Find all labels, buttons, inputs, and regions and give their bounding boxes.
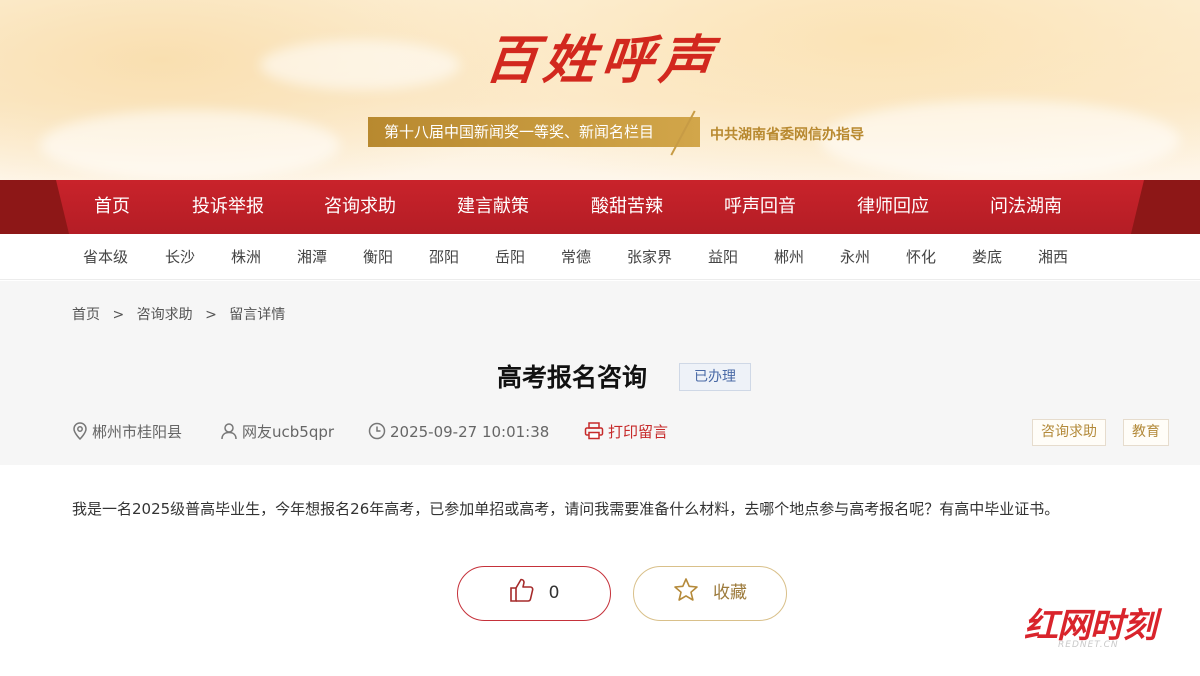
- star-icon: [674, 578, 698, 601]
- nav-item-consult[interactable]: 咨询求助: [324, 180, 396, 234]
- city-item[interactable]: 娄底: [972, 234, 1002, 280]
- post-title: 高考报名咨询: [496, 363, 647, 392]
- city-item[interactable]: 怀化: [906, 234, 936, 280]
- cloud-decoration: [40, 110, 340, 180]
- logo-subtext: REDNET.CN: [1058, 640, 1119, 650]
- nav-item-complaint[interactable]: 投诉举报: [192, 180, 264, 234]
- like-count: 0: [548, 583, 560, 603]
- location-text: 郴州市桂阳县: [92, 423, 183, 441]
- city-item[interactable]: 常德: [561, 234, 591, 280]
- city-nav: 省本级 长沙 株洲 湘潭 衡阳 邵阳 岳阳 常德 张家界 益阳 郴州 永州 怀化…: [0, 234, 1200, 280]
- tag-category[interactable]: 咨询求助: [1032, 419, 1106, 446]
- breadcrumb-current: 留言详情: [229, 307, 286, 323]
- cloud-decoration: [820, 100, 1180, 180]
- post-datetime: 2025-09-27 10:01:38: [368, 420, 549, 444]
- main-nav: 首页 投诉举报 咨询求助 建言献策 酸甜苦辣 呼声回音 律师回应 问法湖南: [56, 180, 1144, 234]
- nav-item-suggest[interactable]: 建言献策: [457, 180, 529, 234]
- city-item[interactable]: 湘潭: [297, 234, 327, 280]
- breadcrumb-separator: >: [112, 307, 125, 323]
- breadcrumb-section[interactable]: 咨询求助: [137, 307, 193, 323]
- header-banner: 百姓呼声 第十八届中国新闻奖一等奖、新闻名栏目 中共湖南省委网信办指导: [0, 0, 1200, 183]
- city-item[interactable]: 郴州: [774, 234, 804, 280]
- breadcrumb: 首页 > 咨询求助 > 留言详情: [72, 304, 291, 324]
- city-item[interactable]: 邵阳: [429, 234, 459, 280]
- city-item[interactable]: 株洲: [231, 234, 261, 280]
- user-icon: [221, 422, 237, 439]
- clock-icon: [368, 422, 386, 439]
- city-item[interactable]: 衡阳: [363, 234, 393, 280]
- nav-item-life[interactable]: 酸甜苦辣: [591, 180, 663, 234]
- breadcrumb-separator: >: [205, 307, 217, 323]
- favorite-label: 收藏: [713, 583, 747, 603]
- post-author: 网友ucb5qpr: [220, 420, 334, 444]
- nav-item-home[interactable]: 首页: [94, 180, 130, 234]
- nav-item-law-hunan[interactable]: 问法湖南: [990, 180, 1062, 234]
- like-button[interactable]: 0: [457, 566, 611, 621]
- guide-text: 中共湖南省委网信办指导: [710, 127, 864, 143]
- post-title-wrap: 高考报名咨询: [0, 358, 1200, 394]
- city-item[interactable]: 张家界: [627, 234, 672, 280]
- banner-title: 百姓呼声: [482, 30, 721, 91]
- post-location: 郴州市桂阳县: [72, 420, 182, 444]
- cloud-decoration: [260, 40, 460, 90]
- award-ribbon: 第十八届中国新闻奖一等奖、新闻名栏目: [368, 117, 700, 147]
- author-text: 网友ucb5qpr: [242, 423, 335, 441]
- datetime-text: 2025-09-27 10:01:38: [390, 423, 550, 441]
- city-item[interactable]: 省本级: [83, 234, 128, 280]
- breadcrumb-home[interactable]: 首页: [72, 307, 100, 323]
- nav-item-echo[interactable]: 呼声回音: [724, 180, 796, 234]
- post-content: 我是一名2025级普高毕业生，今年想报名26年高考，已参加单招或高考，请问我需要…: [72, 500, 1060, 518]
- tag-topic[interactable]: 教育: [1123, 419, 1169, 446]
- city-item[interactable]: 岳阳: [495, 234, 525, 280]
- favorite-button[interactable]: 收藏: [633, 566, 787, 621]
- rednet-watermark-logo: 红网时刻 REDNET.CN: [1024, 598, 1174, 658]
- print-button[interactable]: 打印留言: [584, 420, 668, 444]
- location-icon: [73, 421, 87, 440]
- status-badge: 已办理: [679, 363, 751, 391]
- city-item[interactable]: 永州: [840, 234, 870, 280]
- print-label: 打印留言: [608, 423, 669, 441]
- nav-item-lawyer[interactable]: 律师回应: [857, 180, 929, 234]
- city-item[interactable]: 湘西: [1038, 234, 1068, 280]
- city-item[interactable]: 长沙: [165, 234, 195, 280]
- thumbs-up-icon: [509, 578, 534, 602]
- main-nav-bar: 首页 投诉举报 咨询求助 建言献策 酸甜苦辣 呼声回音 律师回应 问法湖南: [0, 180, 1200, 234]
- city-item[interactable]: 益阳: [708, 234, 738, 280]
- printer-icon: [584, 421, 604, 439]
